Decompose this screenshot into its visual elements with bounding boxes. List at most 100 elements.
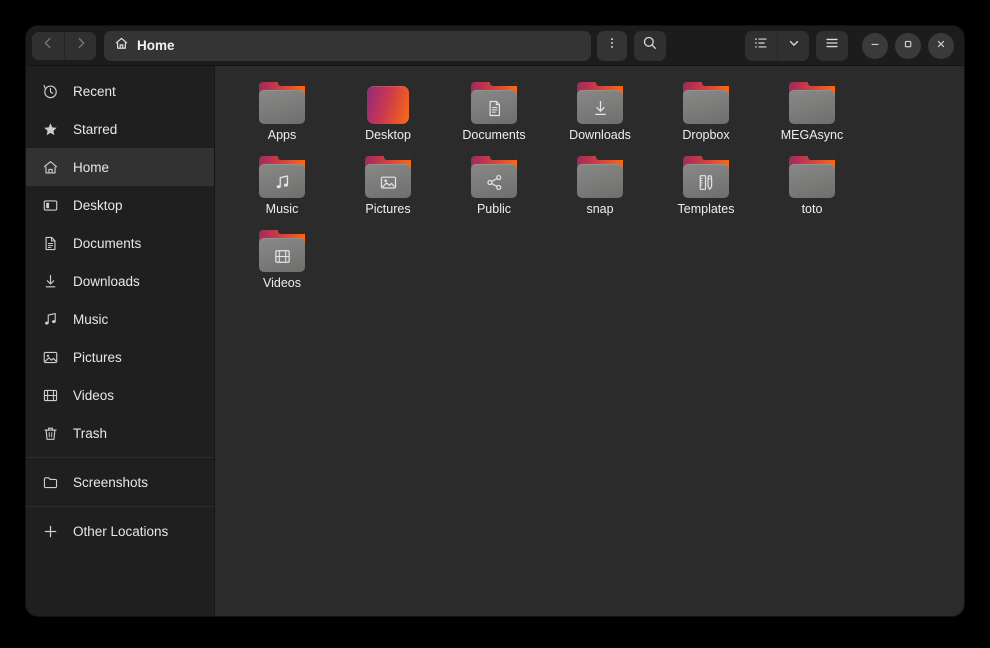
file-item-apps[interactable]: Apps <box>229 80 335 154</box>
clock-icon <box>42 83 59 100</box>
sidebar-item-desktop[interactable]: Desktop <box>26 186 214 224</box>
sidebar-item-downloads[interactable]: Downloads <box>26 262 214 300</box>
folder-icon <box>470 82 518 124</box>
file-item-videos[interactable]: Videos <box>229 228 335 302</box>
file-item-label: Documents <box>462 128 526 142</box>
file-item-megasync[interactable]: MEGAsync <box>759 80 865 154</box>
sidebar-item-videos[interactable]: Videos <box>26 376 214 414</box>
sidebar-item-label: Trash <box>73 425 108 441</box>
sidebar-item-label: Home <box>73 159 110 175</box>
main-menu-button[interactable] <box>816 30 848 61</box>
file-item-snap[interactable]: snap <box>547 154 653 228</box>
view-options-dropdown[interactable] <box>777 30 809 61</box>
file-item-music[interactable]: Music <box>229 154 335 228</box>
sidebar-item-label: Starred <box>73 121 118 137</box>
sidebar-item-pictures[interactable]: Pictures <box>26 338 214 376</box>
file-item-templates[interactable]: Templates <box>653 154 759 228</box>
path-bar-label: Home <box>137 38 175 53</box>
minimize-button[interactable] <box>862 32 888 59</box>
chevron-left-icon <box>41 36 55 55</box>
sidebar-item-label: Videos <box>73 387 115 403</box>
sidebar-item-label: Music <box>73 311 109 327</box>
file-item-dropbox[interactable]: Dropbox <box>653 80 759 154</box>
folder-icon <box>788 156 836 198</box>
share-icon <box>485 173 504 192</box>
file-grid-area[interactable]: Apps Desktop Documents Downloads Dropbox MEGA… <box>215 66 964 616</box>
music-note-icon <box>42 311 59 328</box>
sidebar-separator <box>26 457 214 458</box>
back-button[interactable] <box>32 31 64 60</box>
sidebar-item-home[interactable]: Home <box>26 148 214 186</box>
folder-body <box>577 164 623 198</box>
file-item-label: Desktop <box>365 128 411 142</box>
file-manager-window: Home Recent Starred Home Desktop Documen… <box>26 26 964 616</box>
search-icon <box>642 35 658 56</box>
close-icon <box>935 37 947 55</box>
folder-body <box>683 90 729 124</box>
folder-icon <box>42 474 59 491</box>
folder-body <box>259 238 305 272</box>
desktop-icon <box>42 197 59 214</box>
path-menu-button[interactable] <box>597 30 627 61</box>
search-button[interactable] <box>634 30 666 61</box>
sidebar-item-other-locations[interactable]: Other Locations <box>26 512 214 550</box>
navigation-button-group <box>32 31 96 60</box>
sidebar: Recent Starred Home Desktop Documents Downloa… <box>26 66 215 616</box>
file-item-public[interactable]: Public <box>441 154 547 228</box>
file-item-pictures[interactable]: Pictures <box>335 154 441 228</box>
sidebar-item-music[interactable]: Music <box>26 300 214 338</box>
sidebar-item-starred[interactable]: Starred <box>26 110 214 148</box>
sidebar-item-trash[interactable]: Trash <box>26 414 214 452</box>
sidebar-item-label: Other Locations <box>73 523 169 539</box>
file-item-label: Music <box>265 202 299 216</box>
folder-icon <box>364 156 412 198</box>
header-bar: Home <box>26 26 964 66</box>
file-item-label: Downloads <box>569 128 631 142</box>
folder-body <box>471 164 517 198</box>
folder-icon <box>682 82 730 124</box>
template-icon <box>697 173 716 192</box>
minimize-icon <box>869 37 881 55</box>
folder-icon <box>258 230 306 272</box>
file-item-documents[interactable]: Documents <box>441 80 547 154</box>
view-mode-group <box>745 30 809 61</box>
chevron-down-icon <box>787 36 801 55</box>
close-button[interactable] <box>928 32 954 59</box>
list-view-icon <box>753 35 769 56</box>
forward-button[interactable] <box>64 31 96 60</box>
chevron-right-icon <box>74 36 88 55</box>
path-bar[interactable]: Home <box>104 30 591 61</box>
sidebar-separator <box>26 506 214 507</box>
file-item-desktop[interactable]: Desktop <box>335 80 441 154</box>
kebab-menu-icon <box>605 36 619 55</box>
sidebar-item-documents[interactable]: Documents <box>26 224 214 262</box>
film-icon <box>273 247 292 266</box>
folder-body <box>577 90 623 124</box>
file-item-downloads[interactable]: Downloads <box>547 80 653 154</box>
maximize-button[interactable] <box>895 32 921 59</box>
plus-icon <box>42 523 59 540</box>
folder-icon <box>788 82 836 124</box>
sidebar-item-screenshots[interactable]: Screenshots <box>26 463 214 501</box>
file-item-toto[interactable]: toto <box>759 154 865 228</box>
folder-body <box>683 164 729 198</box>
folder-body <box>367 86 409 124</box>
download-icon <box>42 273 59 290</box>
file-grid: Apps Desktop Documents Downloads Dropbox MEGA… <box>229 80 954 302</box>
sidebar-item-label: Pictures <box>73 349 122 365</box>
sidebar-item-recent[interactable]: Recent <box>26 72 214 110</box>
trash-icon <box>42 425 59 442</box>
folder-body <box>259 164 305 198</box>
document-icon <box>485 99 504 118</box>
sidebar-item-label: Desktop <box>73 197 123 213</box>
document-icon <box>42 235 59 252</box>
folder-icon <box>576 82 624 124</box>
list-view-button[interactable] <box>745 31 777 61</box>
maximize-icon <box>902 37 914 55</box>
file-item-label: toto <box>801 202 823 216</box>
image-icon <box>379 173 398 192</box>
sidebar-item-label: Screenshots <box>73 474 149 490</box>
music-icon <box>273 173 292 192</box>
folder-icon <box>258 156 306 198</box>
download-icon <box>591 99 610 118</box>
